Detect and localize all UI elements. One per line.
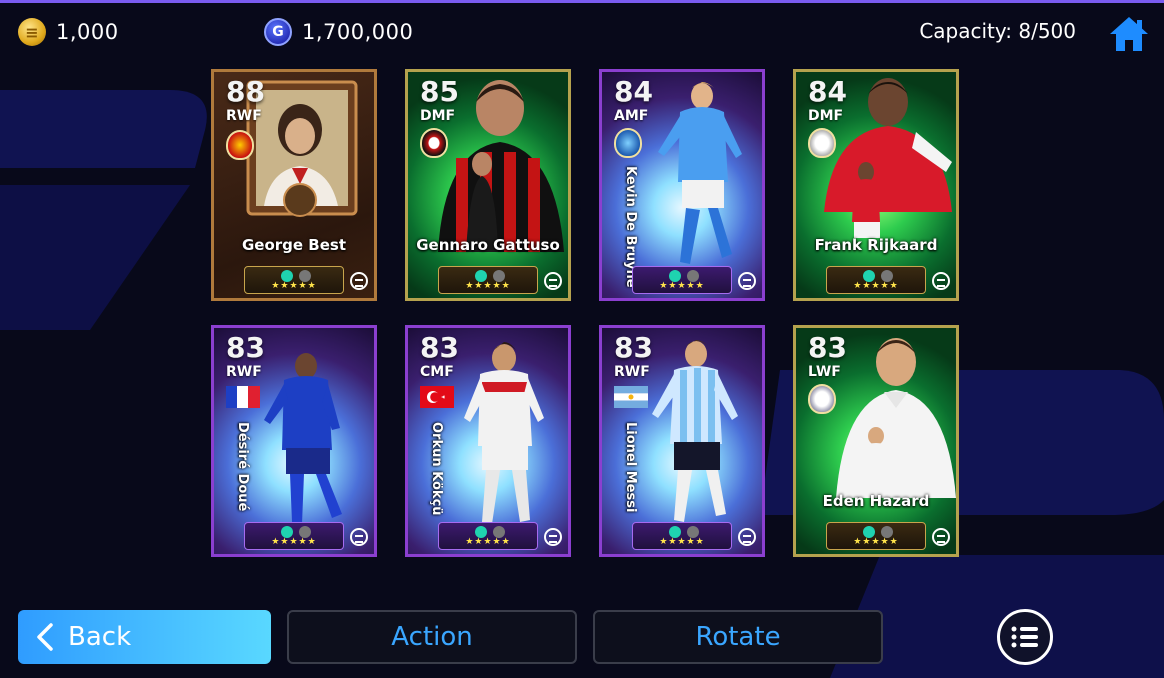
- player-card[interactable]: 83 RWF Lionel Messi ★★★★★: [599, 325, 765, 557]
- action-button-label: Action: [391, 622, 473, 652]
- player-position: DMF: [420, 108, 456, 124]
- turkey-flag-icon: [420, 386, 454, 408]
- player-position: RWF: [226, 108, 262, 124]
- player-position: AMF: [614, 108, 649, 124]
- club-badge-icon: [226, 130, 254, 160]
- coin-icon: ≡: [18, 18, 46, 46]
- efootball-logo-icon: [932, 528, 950, 546]
- player-name: Gennaro Gattuso: [416, 236, 560, 254]
- player-card[interactable]: 83 LWF Eden Hazard ★★★★★: [793, 325, 959, 557]
- player-name: Frank Rijkaard: [814, 236, 938, 254]
- gp-value: 1,700,000: [302, 20, 414, 44]
- efootball-logo-icon: [350, 528, 368, 546]
- star-rating: ★★★★★: [659, 537, 705, 547]
- player-position: RWF: [226, 364, 262, 380]
- star-rating: ★★★★★: [465, 281, 511, 291]
- player-card[interactable]: 84 AMF Kevin De Bruyne ★★★★★: [599, 69, 765, 301]
- list-menu-button[interactable]: [997, 609, 1053, 665]
- player-name: George Best: [241, 236, 347, 254]
- gp-display: G 1,700,000: [264, 18, 413, 46]
- star-rating: ★★★★★: [659, 281, 705, 291]
- card-footer: ★★★★★: [826, 522, 926, 550]
- card-footer: ★★★★★: [632, 522, 732, 550]
- card-footer: ★★★★★: [826, 266, 926, 294]
- player-card[interactable]: 84 DMF Frank Rijkaard ★★★★★: [793, 69, 959, 301]
- gp-icon: G: [264, 18, 292, 46]
- card-footer: ★★★★★: [244, 522, 344, 550]
- rotate-button[interactable]: Rotate: [593, 610, 883, 664]
- club-badge-icon: [420, 128, 448, 158]
- card-footer: ★★★★★: [438, 522, 538, 550]
- rotate-button-label: Rotate: [695, 622, 781, 652]
- club-badge-icon: [808, 384, 836, 414]
- star-rating: ★★★★★: [853, 281, 899, 291]
- star-rating: ★★★★★: [271, 537, 317, 547]
- efootball-logo-icon: [544, 528, 562, 546]
- player-card-grid: 88 RWF George Best ★★★★★ 85 DMF Gennaro …: [211, 69, 959, 557]
- efootball-logo-icon: [544, 272, 562, 290]
- star-rating: ★★★★★: [853, 537, 899, 547]
- coins-display: ≡ 1,000: [18, 18, 119, 46]
- capacity-label: Capacity: 8/500: [919, 19, 1076, 43]
- player-rating: 85: [420, 75, 459, 108]
- star-rating: ★★★★★: [271, 281, 317, 291]
- player-rating: 88: [226, 75, 265, 108]
- player-position: LWF: [808, 364, 841, 380]
- card-footer: ★★★★★: [244, 266, 344, 294]
- club-badge-icon: [614, 128, 642, 158]
- player-name: Eden Hazard: [822, 492, 930, 510]
- player-rating: 83: [808, 331, 847, 364]
- coins-value: 1,000: [56, 20, 119, 44]
- player-rating: 83: [614, 331, 653, 364]
- home-icon[interactable]: [1108, 14, 1150, 54]
- efootball-logo-icon: [932, 272, 950, 290]
- player-rating: 84: [614, 75, 653, 108]
- back-button[interactable]: Back: [18, 610, 271, 664]
- chevron-left-icon: [37, 623, 53, 651]
- player-position: RWF: [614, 364, 650, 380]
- list-menu-icon: [1011, 626, 1038, 648]
- player-rating: 83: [226, 331, 265, 364]
- back-button-label: Back: [68, 622, 132, 652]
- player-card[interactable]: 88 RWF George Best ★★★★★: [211, 69, 377, 301]
- player-rating: 83: [420, 331, 459, 364]
- action-button[interactable]: Action: [287, 610, 577, 664]
- player-card[interactable]: 83 CMF Orkun Kökçü ★★★★★: [405, 325, 571, 557]
- player-card[interactable]: 83 RWF Désiré Doué ★★★★★: [211, 325, 377, 557]
- player-position: DMF: [808, 108, 844, 124]
- argentina-flag-icon: [614, 386, 648, 408]
- player-rating: 84: [808, 75, 847, 108]
- player-position: CMF: [420, 364, 454, 380]
- card-footer: ★★★★★: [632, 266, 732, 294]
- france-flag-icon: [226, 386, 260, 408]
- club-badge-icon: [808, 128, 836, 158]
- efootball-logo-icon: [738, 272, 756, 290]
- efootball-logo-icon: [738, 528, 756, 546]
- player-card[interactable]: 85 DMF Gennaro Gattuso ★★★★★: [405, 69, 571, 301]
- efootball-logo-icon: [350, 272, 368, 290]
- star-rating: ★★★★★: [465, 537, 511, 547]
- card-footer: ★★★★★: [438, 266, 538, 294]
